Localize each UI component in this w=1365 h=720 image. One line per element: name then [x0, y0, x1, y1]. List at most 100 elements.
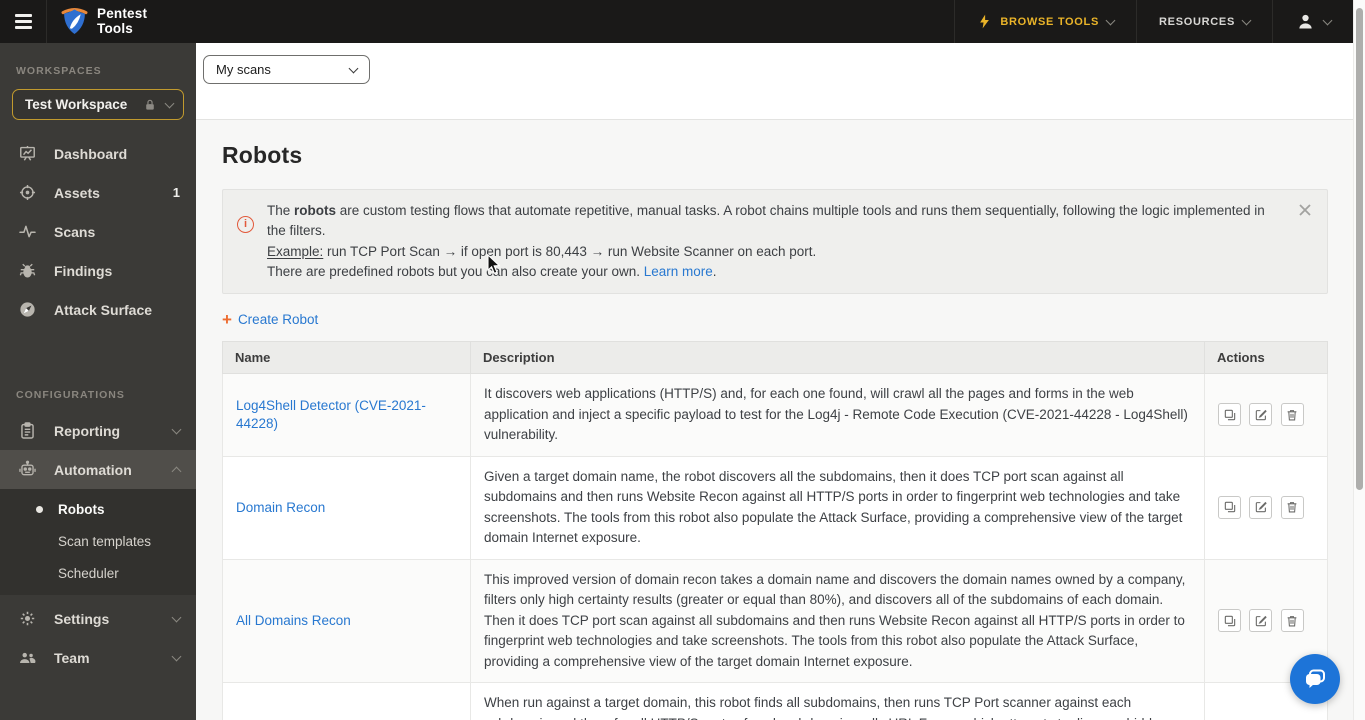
robots-info-banner: The robots are custom testing flows that… — [222, 189, 1328, 294]
info-icon — [237, 216, 254, 233]
sidebar-subitem-scheduler[interactable]: Scheduler — [0, 557, 196, 589]
robot-description: This improved version of domain recon ta… — [470, 558, 1205, 684]
reporting-clipboard-icon — [18, 421, 37, 440]
browse-tools-menu[interactable]: BROWSE TOOLS — [954, 0, 1136, 43]
sidebar-item-reporting[interactable]: Reporting — [0, 411, 196, 450]
lock-icon — [143, 98, 157, 112]
scrollbar[interactable] — [1353, 0, 1365, 720]
sidebar-item-label: Scans — [54, 223, 96, 240]
findings-bug-icon — [18, 261, 37, 280]
create-robot-button[interactable]: + Create Robot — [222, 311, 318, 328]
robot-table-row: Log4Shell Detector (CVE-2021-44228) It d… — [222, 373, 1328, 457]
scans-activity-icon — [18, 222, 37, 241]
sidebar-subitem-robots[interactable]: Robots — [0, 493, 196, 525]
sidebar-subitem-label: Robots — [58, 501, 105, 517]
robot-name-link[interactable]: Domain Recon — [236, 500, 325, 515]
robot-name-link[interactable]: Log4Shell Detector (CVE-2021-44228) — [236, 398, 426, 431]
chevron-down-icon — [164, 98, 175, 108]
robot-description: It discovers web applications (HTTP/S) a… — [470, 373, 1205, 457]
configurations-section-label: CONFIGURATIONS — [16, 389, 125, 401]
sidebar-subitem-label: Scan templates — [58, 533, 152, 549]
lightning-bolt-icon — [977, 13, 992, 30]
column-header-description[interactable]: Description — [470, 341, 1205, 374]
duplicate-robot-button[interactable] — [1218, 403, 1241, 427]
workspace-name: Test Workspace — [25, 97, 128, 112]
team-people-icon — [18, 648, 37, 667]
sidebar-item-automation[interactable]: Automation — [0, 450, 196, 489]
pentest-tools-logo[interactable]: Pentest Tools — [47, 7, 165, 37]
sidebar-item-label: Findings — [54, 262, 113, 279]
banner-example-label: Example: — [267, 243, 324, 259]
learn-more-link[interactable]: Learn more — [644, 264, 713, 279]
chevron-down-icon — [1241, 15, 1252, 25]
page-title: Robots — [222, 142, 303, 168]
sidebar-subitem-scan-templates[interactable]: Scan templates — [0, 525, 196, 557]
chevron-down-icon — [171, 424, 182, 434]
resources-menu[interactable]: RESOURCES — [1136, 0, 1272, 43]
sidebar-item-settings[interactable]: Settings — [0, 599, 196, 638]
sidebar-item-dashboard[interactable]: Dashboard — [0, 134, 196, 173]
sidebar-item-label: Settings — [54, 610, 110, 627]
assets-target-icon — [18, 183, 37, 202]
chevron-down-icon — [171, 651, 182, 661]
sidebar-item-label: Automation — [54, 461, 132, 478]
workspace-selector[interactable]: Test Workspace — [12, 89, 184, 120]
sidebar-item-scans[interactable]: Scans — [0, 212, 196, 251]
column-header-actions[interactable]: Actions — [1204, 341, 1328, 374]
user-icon — [1295, 11, 1316, 32]
delete-robot-button[interactable] — [1280, 609, 1304, 633]
dashboard-icon — [18, 144, 37, 163]
main-content: My scans Robots The robots are custom te… — [196, 43, 1353, 720]
sidebar: WORKSPACES Test Workspace Dashboard Asse… — [0, 43, 196, 720]
resources-label: RESOURCES — [1159, 15, 1235, 28]
account-menu[interactable] — [1272, 0, 1353, 43]
create-robot-label: Create Robot — [237, 312, 319, 327]
delete-robot-button[interactable] — [1280, 403, 1304, 427]
close-icon[interactable] — [1297, 202, 1313, 218]
sidebar-item-assets[interactable]: Assets 1 — [0, 173, 196, 212]
scrollbar-thumb[interactable] — [1356, 8, 1363, 490]
attack-surface-compass-icon — [18, 300, 37, 319]
column-header-name[interactable]: Name — [222, 341, 471, 374]
top-navbar: Pentest Tools BROWSE TOOLS RESOURCES — [0, 0, 1353, 43]
automation-submenu: Robots Scan templates Scheduler — [0, 489, 196, 595]
sidebar-item-label: Attack Surface — [54, 301, 153, 318]
automation-robot-icon — [18, 460, 37, 479]
hamburger-menu-icon[interactable] — [0, 0, 47, 43]
banner-line2: Example: run TCP Port Scan → if open por… — [267, 243, 817, 259]
robot-description: When run against a target domain, this r… — [470, 682, 1205, 720]
browse-tools-label: BROWSE TOOLS — [1000, 15, 1100, 28]
robot-table-row: All Domains Recon This improved version … — [222, 558, 1328, 684]
logo-shield-icon — [61, 7, 88, 37]
chat-bubble-icon — [1302, 666, 1328, 692]
scans-filter-select[interactable]: My scans — [203, 55, 370, 84]
sidebar-item-label: Reporting — [54, 422, 121, 439]
gear-icon — [18, 609, 37, 628]
edit-robot-button[interactable] — [1249, 495, 1273, 519]
banner-line1: The robots are custom testing flows that… — [267, 203, 1265, 239]
table-header-row: Name Description Actions — [222, 341, 1328, 374]
assets-count-badge: 1 — [172, 185, 180, 200]
robots-table: Name Description Actions Log4Shell Detec… — [222, 341, 1328, 720]
chevron-down-icon — [1105, 15, 1116, 25]
edit-robot-button[interactable] — [1249, 403, 1273, 427]
logo-text-line1: Pentest — [97, 6, 148, 22]
chevron-down-icon — [171, 612, 182, 622]
plus-icon: + — [222, 310, 232, 329]
sidebar-item-findings[interactable]: Findings — [0, 251, 196, 290]
sidebar-subitem-label: Scheduler — [58, 565, 119, 581]
duplicate-robot-button[interactable] — [1218, 609, 1241, 633]
sidebar-item-label: Dashboard — [54, 145, 128, 162]
sidebar-item-label: Team — [54, 649, 90, 666]
edit-robot-button[interactable] — [1249, 609, 1273, 633]
chevron-up-icon — [171, 466, 182, 476]
robot-table-row: Treasure Hunter (domain) When run agains… — [222, 682, 1328, 720]
sidebar-item-team[interactable]: Team — [0, 638, 196, 677]
active-bullet-icon — [36, 505, 43, 513]
sidebar-item-attack-surface[interactable]: Attack Surface — [0, 290, 196, 329]
robot-name-link[interactable]: All Domains Recon — [236, 613, 351, 628]
chat-widget-button[interactable] — [1290, 654, 1340, 704]
duplicate-robot-button[interactable] — [1218, 495, 1241, 519]
delete-robot-button[interactable] — [1280, 495, 1304, 519]
sidebar-item-label: Assets — [54, 184, 100, 201]
